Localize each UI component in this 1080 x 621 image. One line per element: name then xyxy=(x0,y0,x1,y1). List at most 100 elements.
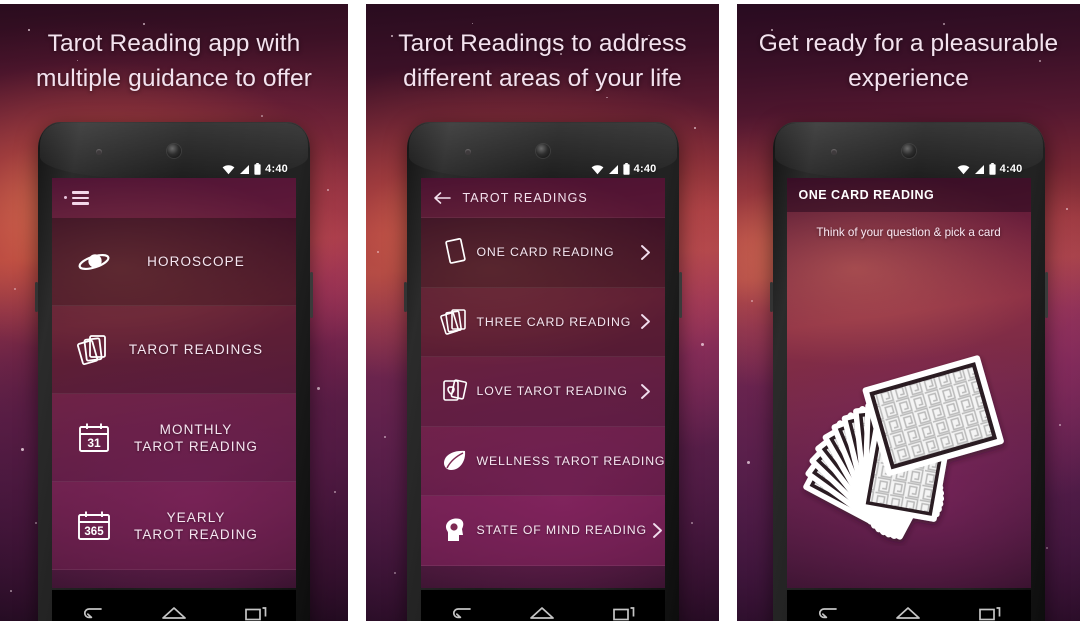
calendar-365-icon: 365 xyxy=(68,509,120,543)
calendar-31-icon: 31 xyxy=(68,421,120,455)
chevron-right-icon xyxy=(635,313,657,330)
android-nav-bar xyxy=(786,590,1031,621)
headline-line-1: Get ready for a pleasurable xyxy=(758,30,1059,57)
app-bar xyxy=(52,178,296,218)
pick-card-hint: Think of your question & pick a card xyxy=(816,226,1001,239)
battery-icon xyxy=(989,163,996,175)
headline-line-2: multiple guidance to offer xyxy=(36,65,312,92)
proximity-sensor-icon xyxy=(464,149,471,155)
status-clock: 4:40 xyxy=(633,163,657,175)
recents-icon[interactable] xyxy=(244,604,268,621)
app-bar-title: TAROT READINGS xyxy=(462,190,588,205)
back-icon[interactable] xyxy=(815,604,839,621)
volume-button xyxy=(403,282,407,312)
battery-icon xyxy=(623,163,630,175)
screenshot-board: Tarot Reading app with multiple guidance… xyxy=(0,0,1080,621)
appbar-dot-icon xyxy=(64,196,67,199)
home-icon[interactable] xyxy=(161,604,187,621)
phone-mockup: 4:40 TAROT READINGS ONE CARD READING THR… xyxy=(403,122,682,621)
front-camera-icon xyxy=(535,144,550,158)
arrow-left-icon[interactable] xyxy=(433,191,451,205)
menu-label-line-2: TAROT READING xyxy=(133,526,259,542)
volume-button xyxy=(769,282,773,312)
phone-mockup: 4:40 ONE CARD READING Think of your ques… xyxy=(769,122,1048,621)
chevron-right-icon xyxy=(635,244,657,261)
list-item-label: ONE CARD READING xyxy=(476,245,615,260)
hamburger-menu-icon[interactable] xyxy=(72,191,89,205)
menu-label-line-2: TAROT READING xyxy=(133,438,259,454)
menu-item-monthly-tarot-reading[interactable]: 31 MONTHLY TAROT READING xyxy=(52,394,296,482)
app-bar-title: ONE CARD READING xyxy=(798,188,935,202)
headline-line-1: Tarot Readings to address xyxy=(398,30,687,57)
front-camera-icon xyxy=(167,144,181,158)
home-menu-list: HOROSCOPE TAROT READINGS 31 MONTHLY TARO… xyxy=(52,218,296,570)
power-button xyxy=(1044,272,1048,318)
panel-headline: Tarot Readings to address different area… xyxy=(366,26,719,96)
panel-headline: Get ready for a pleasurable experience xyxy=(737,26,1080,96)
headline-line-1: Tarot Reading app with xyxy=(47,30,301,57)
proximity-sensor-icon xyxy=(96,149,102,155)
menu-item-horoscope[interactable]: HOROSCOPE xyxy=(52,218,296,306)
leaf-icon xyxy=(433,448,477,474)
phone-screen: HOROSCOPE TAROT READINGS 31 MONTHLY TARO… xyxy=(52,178,296,588)
status-clock: 4:40 xyxy=(999,163,1023,175)
phone-screen: ONE CARD READING Think of your question … xyxy=(786,178,1031,588)
list-item-label: WELLNESS TAROT READING xyxy=(476,453,665,468)
list-item-love-tarot-reading[interactable]: LOVE TAROT READING xyxy=(420,357,665,427)
svg-text:365: 365 xyxy=(84,526,104,538)
back-icon[interactable] xyxy=(80,604,104,621)
panel-headline: Tarot Reading app with multiple guidance… xyxy=(0,26,348,96)
phone-mockup: 4:40 HOROSCOPE TAROT READINGS 31 MONTHLY… xyxy=(35,122,313,621)
back-icon[interactable] xyxy=(449,604,473,621)
battery-icon xyxy=(254,163,261,175)
status-bar: 4:40 xyxy=(421,160,665,178)
promo-panel-1: Tarot Reading app with multiple guidance… xyxy=(0,4,348,621)
list-item-label: THREE CARD READING xyxy=(476,314,632,329)
list-item-three-card-reading[interactable]: THREE CARD READING xyxy=(420,287,665,357)
power-button xyxy=(678,272,682,318)
android-nav-bar xyxy=(420,590,665,621)
proximity-sensor-icon xyxy=(830,149,837,155)
front-camera-icon xyxy=(901,144,916,158)
signal-icon xyxy=(240,164,250,174)
status-clock: 4:40 xyxy=(265,163,288,175)
menu-item-tarot-readings[interactable]: TAROT READINGS xyxy=(52,306,296,394)
android-nav-bar xyxy=(52,590,296,621)
single-card-icon xyxy=(433,237,477,267)
promo-panel-2: Tarot Readings to address different area… xyxy=(366,4,719,621)
headline-line-2: experience xyxy=(848,65,969,92)
power-button xyxy=(310,272,313,318)
menu-item-label: TAROT READINGS xyxy=(128,342,264,357)
signal-icon xyxy=(608,164,618,174)
list-item-state-of-mind-reading[interactable]: STATE OF MIND READING xyxy=(420,496,665,566)
app-bar: ONE CARD READING xyxy=(786,178,1031,212)
signal-icon xyxy=(974,164,984,174)
tarot-card-fan[interactable] xyxy=(787,346,1024,546)
status-bar: 4:40 xyxy=(52,160,296,178)
menu-label-line-1: MONTHLY xyxy=(159,421,233,437)
phone-screen: TAROT READINGS ONE CARD READING THREE CA… xyxy=(420,178,665,588)
list-item-one-card-reading[interactable]: ONE CARD READING xyxy=(420,218,665,288)
head-profile-icon xyxy=(433,515,477,545)
headline-line-2: different areas of your life xyxy=(403,65,682,92)
recents-icon[interactable] xyxy=(612,604,636,621)
home-icon[interactable] xyxy=(529,604,555,621)
planet-saturn-icon xyxy=(68,249,120,275)
list-item-label: LOVE TAROT READING xyxy=(476,384,628,399)
home-icon[interactable] xyxy=(895,604,921,621)
heart-card-icon xyxy=(433,376,477,406)
list-item-label: STATE OF MIND READING xyxy=(476,523,647,538)
menu-item-label: MONTHLY TAROT READING xyxy=(120,421,286,455)
recents-icon[interactable] xyxy=(978,604,1002,621)
menu-item-yearly-tarot-reading[interactable]: 365 YEARLY TAROT READING xyxy=(52,482,296,570)
menu-item-label: HOROSCOPE xyxy=(147,254,245,269)
volume-button xyxy=(35,282,38,312)
tarot-readings-list: ONE CARD READING THREE CARD READING LOVE… xyxy=(420,218,665,566)
list-item-wellness-tarot-reading[interactable]: WELLNESS TAROT READING xyxy=(420,426,665,496)
wifi-icon xyxy=(222,164,235,174)
promo-panel-3: Get ready for a pleasurable experience 4… xyxy=(737,4,1080,621)
stacked-cards-icon xyxy=(68,333,120,367)
wifi-icon xyxy=(957,164,970,174)
three-cards-icon xyxy=(433,307,477,337)
app-bar: TAROT READINGS xyxy=(420,178,665,218)
